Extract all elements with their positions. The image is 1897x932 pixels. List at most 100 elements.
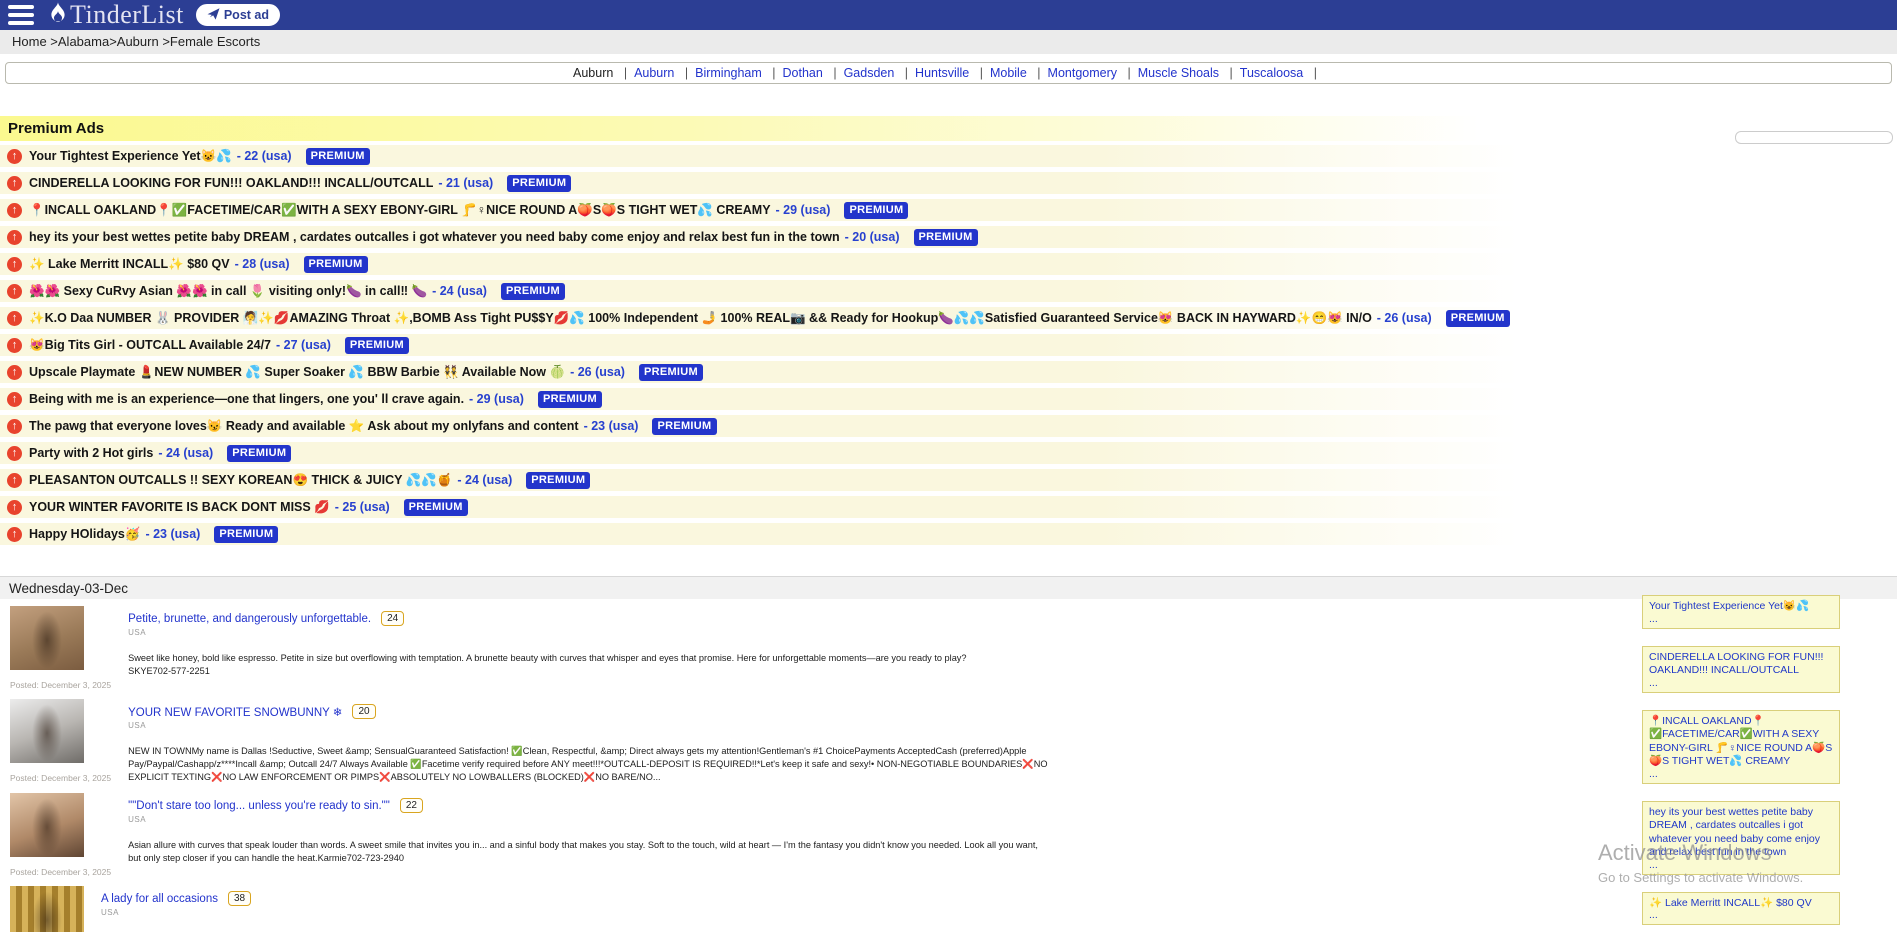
city-link-dothan[interactable]: Dothan [783,66,823,80]
premium-badge: PREMIUM [652,418,716,435]
paper-plane-icon [207,8,220,23]
posted-date: Posted: December 3, 2025 [10,867,111,877]
sidebar-ad-box[interactable]: CINDERELLA LOOKING FOR FUN!!! OAKLAND!!!… [1642,646,1840,693]
listing-photo[interactable] [10,793,84,857]
sidebar-ad-box[interactable]: ✨ Lake Merritt INCALL✨ $80 QV ... [1642,892,1840,926]
age-badge: 20 [352,704,375,719]
page: TinderList Post ad Home >Alabama>Auburn … [0,0,1897,932]
city-separator: | [1030,66,1047,80]
listing-item: Posted: December 3, 2025 YOUR NEW FAVORI… [10,699,1140,784]
premium-ad-row[interactable]: ↑🌺🌺 Sexy CuRvy Asian 🌺🌺 in call 🌷 visiti… [0,280,1897,302]
up-arrow-icon: ↑ [7,284,22,299]
city-link-auburn[interactable]: Auburn [634,66,674,80]
city-separator: | [898,66,915,80]
city-link-montgomery[interactable]: Montgomery [1048,66,1117,80]
premium-badge: PREMIUM [1446,310,1510,327]
listing-photo[interactable] [10,886,84,932]
up-arrow-icon: ↑ [7,149,22,164]
listing-description: NEW IN TOWNMy name is Dallas !Seductive,… [128,745,1048,784]
up-arrow-icon: ↑ [7,500,22,515]
up-arrow-icon: ↑ [7,338,22,353]
city-link-muscle-shoals[interactable]: Muscle Shoals [1138,66,1219,80]
premium-ad-row[interactable]: ↑Happy HOlidays🥳- 23 (usa)PREMIUM [0,523,1897,545]
premium-ad-row[interactable]: ↑YOUR WINTER FAVORITE IS BACK DONT MISS … [0,496,1897,518]
up-arrow-icon: ↑ [7,473,22,488]
listing-photo[interactable] [10,606,84,670]
listing-contact: SKYE702-577-2251 [128,665,1048,678]
menu-icon[interactable] [8,5,34,25]
listing-description: Sweet like honey, bold like espresso. Pe… [128,652,1048,665]
premium-ad-row[interactable]: ↑😻Big Tits Girl - OUTCALL Available 24/7… [0,334,1897,356]
sidebar-ad-box[interactable]: 📍INCALL OAKLAND📍 ✅FACETIME/CAR✅WITH A SE… [1642,710,1840,784]
premium-ad-row[interactable]: ↑Your Tightest Experience Yet😺💦- 22 (usa… [0,145,1897,167]
premium-ad-row[interactable]: ↑Being with me is an experience—one that… [0,388,1897,410]
post-ad-button[interactable]: Post ad [196,4,280,26]
premium-badge: PREMIUM [214,526,278,543]
city-nav: Auburn |Auburn |Birmingham |Dothan |Gads… [5,62,1892,84]
date-header: Wednesday-03-Dec [0,576,1897,599]
up-arrow-icon: ↑ [7,446,22,461]
premium-badge: PREMIUM [639,364,703,381]
country-label: USA [128,721,1048,730]
ellipsis: ... [1649,860,1833,871]
country-label: USA [101,908,1021,917]
city-link-huntsville[interactable]: Huntsville [915,66,969,80]
premium-badge: PREMIUM [227,445,291,462]
premium-ad-row[interactable]: ↑The pawg that everyone loves😼 Ready and… [0,415,1897,437]
top-right-box[interactable] [1735,131,1893,144]
city-link-gadsden[interactable]: Gadsden [844,66,895,80]
breadcrumb-text: Home >Alabama>Auburn >Female Escorts [12,34,260,49]
premium-badge: PREMIUM [538,391,602,408]
up-arrow-icon: ↑ [7,527,22,542]
city-current: Auburn [573,66,613,80]
ellipsis: ... [1649,910,1833,921]
city-separator: | [826,66,843,80]
up-arrow-icon: ↑ [7,203,22,218]
premium-badge: PREMIUM [306,148,370,165]
city-separator: | [617,66,634,80]
listing-title-link[interactable]: Petite, brunette, and dangerously unforg… [128,613,371,625]
premium-ad-row[interactable]: ↑hey its your best wettes petite baby DR… [0,226,1897,248]
premium-ad-row[interactable]: ↑📍INCALL OAKLAND📍✅FACETIME/CAR✅WITH A SE… [0,199,1897,221]
sidebar-ad-box[interactable]: Your Tightest Experience Yet😺💦 ... [1642,595,1840,629]
listing-description: Asian allure with curves that speak loud… [128,839,1048,865]
city-separator: | [1223,66,1240,80]
city-link-tuscaloosa[interactable]: Tuscaloosa [1240,66,1303,80]
premium-ad-row[interactable]: ↑Upscale Playmate 💄NEW NUMBER 💦 Super So… [0,361,1897,383]
premium-ad-row[interactable]: ↑✨ Lake Merritt INCALL✨ $80 QV- 28 (usa)… [0,253,1897,275]
city-link-birmingham[interactable]: Birmingham [695,66,762,80]
top-bar: TinderList Post ad [0,0,1897,30]
brand-logo[interactable]: TinderList [48,0,184,30]
country-label: USA [128,815,1048,824]
up-arrow-icon: ↑ [7,230,22,245]
listing-title-link[interactable]: A lady for all occasions [101,893,218,905]
sidebar-premium-list: Your Tightest Experience Yet😺💦 ... CINDE… [1642,595,1840,932]
premium-ad-row[interactable]: ↑Party with 2 Hot girls- 24 (usa)PREMIUM [0,442,1897,464]
flame-icon [48,1,70,30]
breadcrumb[interactable]: Home >Alabama>Auburn >Female Escorts [0,30,1897,54]
listing-title-link[interactable]: ""Don't stare too long... unless you're … [128,800,390,812]
premium-ads-heading: Premium Ads [0,116,1897,141]
up-arrow-icon: ↑ [7,365,22,380]
listing-photo[interactable] [10,699,84,763]
city-separator: | [1121,66,1138,80]
ellipsis: ... [1649,678,1833,689]
listing-item: A lady for all occasions 38 USA [10,886,1140,932]
up-arrow-icon: ↑ [7,392,22,407]
up-arrow-icon: ↑ [7,176,22,191]
city-link-mobile[interactable]: Mobile [990,66,1027,80]
premium-ad-row[interactable]: ↑PLEASANTON OUTCALLS !! SEXY KOREAN😍 THI… [0,469,1897,491]
city-separator: | [678,66,695,80]
up-arrow-icon: ↑ [7,419,22,434]
premium-badge: PREMIUM [404,499,468,516]
premium-badge: PREMIUM [501,283,565,300]
premium-ad-row[interactable]: ↑✨K.O Daa NUMBER 🐰 PROVIDER 🧖✨💋AMAZING T… [0,307,1897,329]
country-label: USA [128,628,1048,637]
sidebar-ad-box[interactable]: hey its your best wettes petite baby DRE… [1642,801,1840,875]
listing-title-link[interactable]: YOUR NEW FAVORITE SNOWBUNNY ❄ [128,705,342,719]
listing-item: Posted: December 3, 2025 ""Don't stare t… [10,793,1140,877]
city-separator: | [765,66,782,80]
premium-ad-row[interactable]: ↑CINDERELLA LOOKING FOR FUN!!! OAKLAND!!… [0,172,1897,194]
up-arrow-icon: ↑ [7,257,22,272]
premium-ads-section: Premium Ads ↑Your Tightest Experience Ye… [0,116,1897,550]
